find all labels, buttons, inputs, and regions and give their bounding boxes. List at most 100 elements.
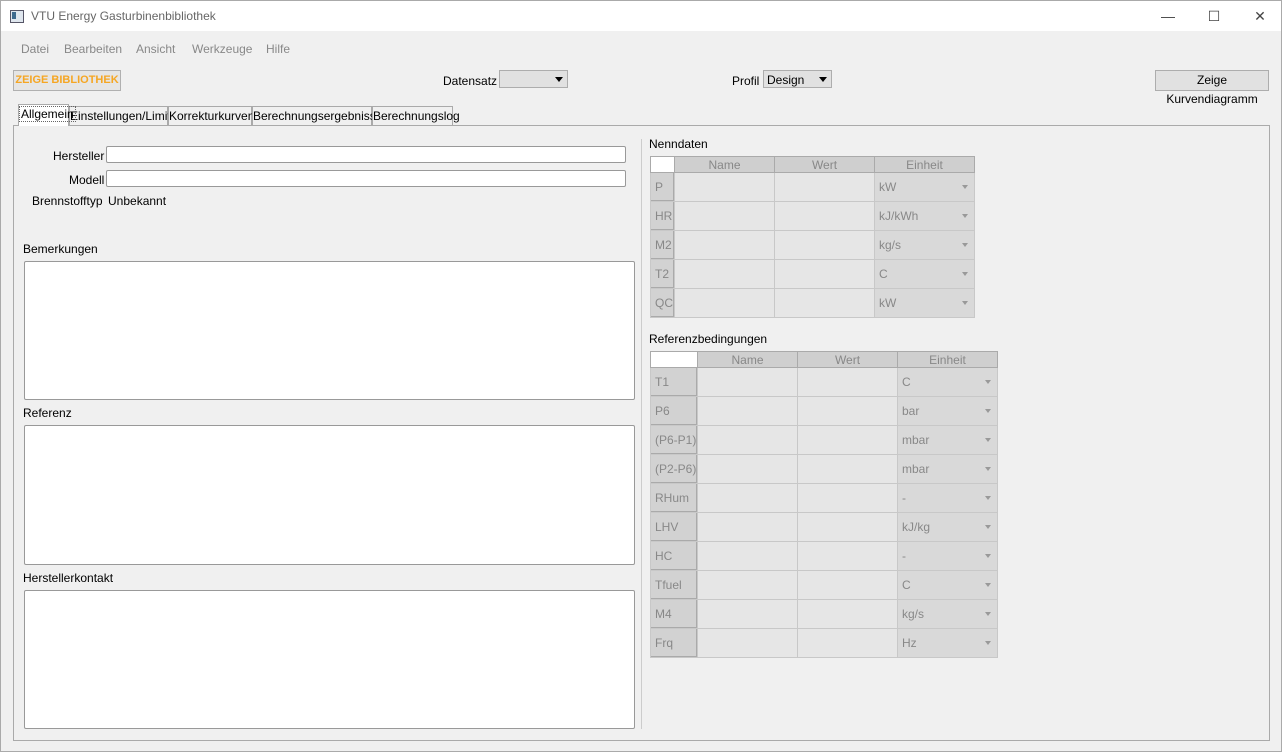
value-cell[interactable] [774,259,875,289]
tab-berechnungslog[interactable]: Berechnungslog [372,106,460,125]
table-row[interactable]: RHum - [650,483,998,513]
column-header-value[interactable]: Wert [774,156,875,173]
unit-select[interactable]: C [897,570,998,600]
unit-select[interactable]: C [897,367,998,397]
table-row[interactable]: Frq Hz [650,628,998,658]
row-header[interactable]: Tfuel [650,570,698,600]
row-header[interactable]: T2 [650,259,675,289]
unit-select[interactable]: C [874,259,975,289]
name-cell[interactable] [697,425,798,455]
menu-datei[interactable]: Datei [21,42,49,56]
tab-allgemein[interactable]: Allgemein [18,104,76,126]
value-cell[interactable] [797,628,898,658]
value-cell[interactable] [797,483,898,513]
unit-select[interactable]: - [897,483,998,513]
table-row[interactable]: (P2-P6) mbar [650,454,998,484]
show-curve-diagram-button[interactable]: Zeige Kurvendiagramm [1155,70,1269,106]
minimize-button[interactable]: — [1145,1,1191,31]
value-cell[interactable] [774,230,875,260]
column-header-unit[interactable]: Einheit [874,156,975,173]
table-row[interactable]: Tfuel C [650,570,998,600]
unit-select[interactable]: bar [897,396,998,426]
dataset-select[interactable] [499,70,568,88]
manufacturer-field[interactable] [106,146,626,163]
value-cell[interactable] [774,201,875,231]
row-header[interactable]: RHum [650,483,698,513]
row-header[interactable]: QC [650,288,675,318]
menu-bearbeiten[interactable]: Bearbeiten [64,42,122,56]
row-header[interactable]: P [650,172,675,202]
row-header[interactable]: Frq [650,628,698,658]
name-cell[interactable] [674,172,775,202]
unit-select[interactable]: kg/s [897,599,998,629]
row-header[interactable]: P6 [650,396,698,426]
table-row[interactable]: PkW [650,172,975,202]
row-header[interactable]: M4 [650,599,698,629]
name-cell[interactable] [697,396,798,426]
unit-select[interactable]: - [897,541,998,571]
value-cell[interactable] [797,599,898,629]
menu-werkzeuge[interactable]: Werkzeuge [192,42,252,56]
maximize-button[interactable]: ☐ [1191,1,1237,31]
unit-select[interactable]: Hz [897,628,998,658]
name-cell[interactable] [697,454,798,484]
column-header-name[interactable]: Name [674,156,775,173]
table-row[interactable]: M2 kg/s [650,230,975,260]
row-header[interactable]: M2 [650,230,675,260]
close-button[interactable]: ✕ [1237,1,1282,31]
table-row[interactable]: QC kW [650,288,975,318]
value-cell[interactable] [797,512,898,542]
name-cell[interactable] [697,512,798,542]
value-cell[interactable] [797,396,898,426]
table-row[interactable]: HC - [650,541,998,571]
name-cell[interactable] [697,570,798,600]
row-header[interactable]: HR [650,201,675,231]
tab-einstellungen-limits[interactable]: Einstellungen/Limits [69,106,177,125]
name-cell[interactable] [674,201,775,231]
unit-select[interactable]: kg/s [874,230,975,260]
row-header[interactable]: (P2-P6) [650,454,698,484]
name-cell[interactable] [697,599,798,629]
table-row[interactable]: HR kJ/kWh [650,201,975,231]
table-row[interactable]: P6 bar [650,396,998,426]
menu-hilfe[interactable]: Hilfe [266,42,290,56]
value-cell[interactable] [774,172,875,202]
row-header[interactable]: T1 [650,367,698,397]
column-header-unit[interactable]: Einheit [897,351,998,368]
column-header-name[interactable]: Name [697,351,798,368]
table-row[interactable]: LHV kJ/kg [650,512,998,542]
column-header-value[interactable]: Wert [797,351,898,368]
table-row[interactable]: M4 kg/s [650,599,998,629]
remarks-textarea[interactable] [24,261,635,400]
name-cell[interactable] [674,259,775,289]
name-cell[interactable] [697,541,798,571]
table-row[interactable]: (P6-P1) mbar [650,425,998,455]
tab-berechnungsergebnisse[interactable]: Berechnungsergebnisse [252,106,382,125]
name-cell[interactable] [697,483,798,513]
unit-select[interactable]: kJ/kWh [874,201,975,231]
name-cell[interactable] [697,628,798,658]
value-cell[interactable] [797,570,898,600]
contact-textarea[interactable] [24,590,635,729]
row-header[interactable]: LHV [650,512,698,542]
unit-select[interactable]: mbar [897,454,998,484]
unit-select[interactable]: kW [874,172,975,202]
value-cell[interactable] [774,288,875,318]
unit-select[interactable]: kJ/kg [897,512,998,542]
table-row[interactable]: T1 C [650,367,998,397]
value-cell[interactable] [797,454,898,484]
unit-select[interactable]: kW [874,288,975,318]
value-cell[interactable] [797,541,898,571]
row-header[interactable]: HC [650,541,698,571]
name-cell[interactable] [674,230,775,260]
menu-ansicht[interactable]: Ansicht [136,42,175,56]
name-cell[interactable] [674,288,775,318]
reference-textarea[interactable] [24,425,635,565]
value-cell[interactable] [797,425,898,455]
show-library-button[interactable]: ZEIGE BIBLIOTHEK [13,70,121,91]
unit-select[interactable]: mbar [897,425,998,455]
profile-select[interactable]: Design [763,70,832,88]
tab-korrekturkurven[interactable]: Korrekturkurven [168,106,254,125]
value-cell[interactable] [797,367,898,397]
table-row[interactable]: T2 C [650,259,975,289]
